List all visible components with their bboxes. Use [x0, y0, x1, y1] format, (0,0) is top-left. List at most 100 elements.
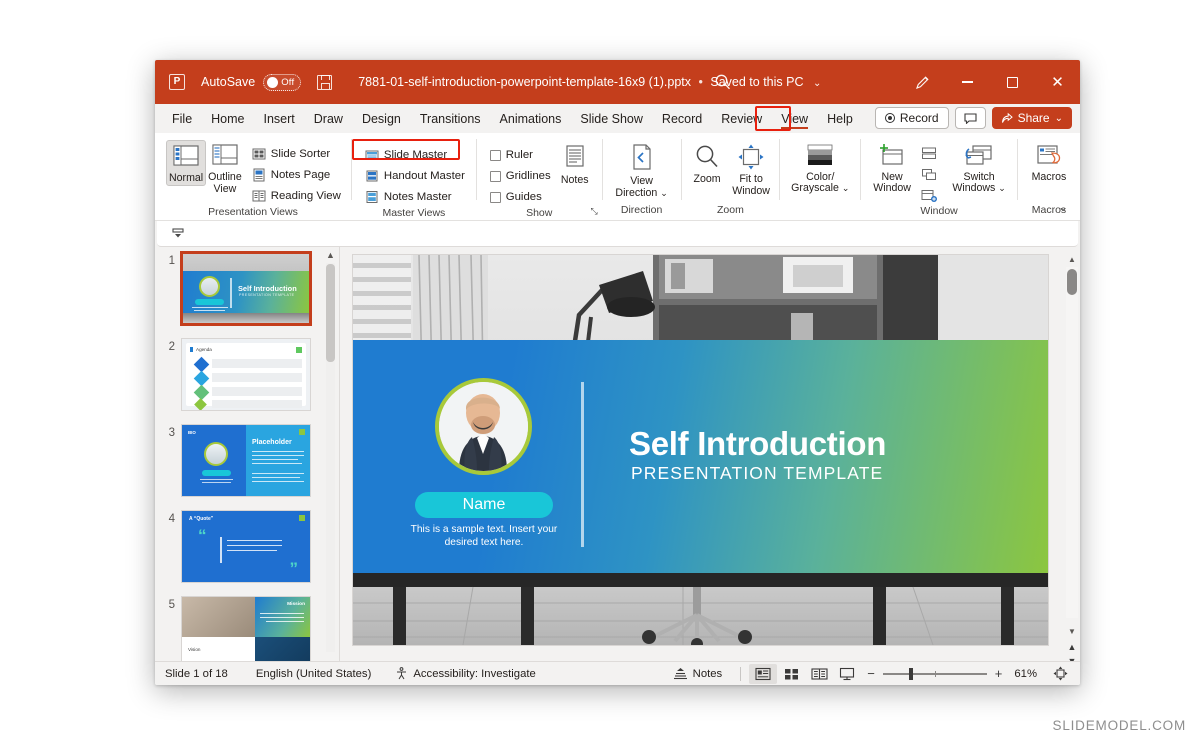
notes-button[interactable]: Notes: [555, 141, 595, 187]
comments-button[interactable]: [954, 107, 986, 129]
macros-button[interactable]: Macros: [1025, 140, 1073, 184]
zoom-track[interactable]: [882, 667, 987, 680]
avatar[interactable]: [435, 378, 532, 475]
list-item[interactable]: 2 Agenda: [155, 325, 325, 411]
share-button[interactable]: Share ⌄: [991, 107, 1072, 129]
slide-show-status-button[interactable]: [833, 664, 861, 684]
slide-sorter-button[interactable]: Slide Sorter: [248, 144, 345, 164]
thumbnail-slide-5[interactable]: Mission Vision: [181, 596, 311, 669]
close-button[interactable]: ✕: [1035, 60, 1080, 104]
tab-review[interactable]: Review: [712, 108, 771, 130]
language-indicator[interactable]: English (United States): [238, 668, 382, 680]
name-pill[interactable]: Name: [415, 492, 553, 518]
save-icon[interactable]: [317, 74, 333, 90]
slide-subtitle[interactable]: PRESENTATION TEMPLATE: [631, 463, 883, 484]
slide-editing-pane[interactable]: Name This is a sample text. Insert your …: [340, 247, 1080, 678]
view-direction-button[interactable]: View Direction ⌄: [610, 140, 674, 199]
tab-animations[interactable]: Animations: [491, 108, 571, 130]
fit-to-window-button[interactable]: Fit to Window: [730, 140, 773, 197]
search-icon[interactable]: [713, 72, 733, 92]
slide-counter[interactable]: Slide 1 of 18: [155, 668, 238, 680]
ribbon-group-zoom: Zoom Fit to Window Zoom: [681, 133, 779, 220]
ribbon-display-options-icon[interactable]: [171, 227, 185, 240]
view-direction-label: View Direction ⌄: [612, 175, 672, 199]
scrollbar-track[interactable]: [1066, 267, 1078, 618]
scrollbar-thumb[interactable]: [1067, 269, 1077, 295]
chevron-down-icon[interactable]: ⌄: [660, 188, 668, 198]
tab-transitions[interactable]: Transitions: [411, 108, 490, 130]
guides-checkbox-row[interactable]: Guides: [486, 187, 555, 207]
move-split-button[interactable]: [918, 185, 940, 205]
autosave-toggle[interactable]: Off: [263, 73, 302, 91]
zoom-out-button[interactable]: −: [867, 666, 875, 681]
chevron-down-icon[interactable]: ⌄: [1055, 113, 1063, 124]
chevron-down-icon[interactable]: ⌄: [813, 78, 821, 89]
scroll-up-arrow[interactable]: ▲: [325, 250, 336, 260]
current-slide[interactable]: Name This is a sample text. Insert your …: [353, 255, 1048, 645]
slide-thumbnail-pane[interactable]: 1 Self Introduction PRESENTATION TEMPLAT…: [155, 247, 340, 678]
arrange-all-button[interactable]: [918, 143, 940, 163]
slide-title[interactable]: Self Introduction: [629, 425, 886, 463]
list-item[interactable]: 3 BIO Placeholder: [155, 411, 325, 497]
scroll-down-arrow[interactable]: ▼: [1066, 627, 1078, 636]
chevron-down-icon[interactable]: ⌄: [998, 183, 1006, 193]
minimize-button[interactable]: [945, 60, 990, 104]
zoom-handle[interactable]: [908, 667, 913, 680]
slide-sorter-status-button[interactable]: [777, 664, 805, 684]
notes-master-button[interactable]: Notes Master: [361, 187, 469, 207]
list-item[interactable]: 5 Mission Vision: [155, 583, 325, 669]
thumbnail-slide-1[interactable]: Self Introduction PRESENTATION TEMPLATE: [181, 252, 311, 325]
normal-view-status-button[interactable]: [749, 663, 778, 684]
record-button[interactable]: Record: [874, 107, 949, 129]
list-item[interactable]: 4 A “Quote” “ ”: [155, 497, 325, 583]
notes-page-button[interactable]: Notes Page: [248, 165, 345, 185]
cascade-button[interactable]: [918, 164, 940, 184]
tab-draw[interactable]: Draw: [305, 108, 352, 130]
slide-master-button[interactable]: Slide Master: [361, 145, 469, 165]
tab-view[interactable]: View: [772, 108, 817, 130]
new-window-button[interactable]: New Window: [868, 140, 916, 194]
slide-pane-scrollbar[interactable]: ▲ ▼ ▲ ▼: [1066, 255, 1078, 670]
tab-home[interactable]: Home: [202, 108, 253, 130]
handout-master-button[interactable]: Handout Master: [361, 166, 469, 186]
ribbon-collapse-button[interactable]: ⌄: [1052, 198, 1074, 216]
ink-pen-icon[interactable]: [900, 60, 945, 104]
thumbnail-slide-4[interactable]: A “Quote” “ ”: [181, 510, 311, 583]
document-filename[interactable]: 7881-01-self-introduction-powerpoint-tem…: [358, 75, 821, 89]
list-item[interactable]: 1 Self Introduction PRESENTATION TEMPLAT…: [155, 247, 325, 325]
thumbnail-scrollbar[interactable]: ▲: [325, 250, 336, 652]
zoom-slider[interactable]: − +: [861, 666, 1008, 681]
guides-checkbox[interactable]: [489, 191, 501, 203]
tab-record[interactable]: Record: [653, 108, 711, 130]
show-dialog-launcher[interactable]: ⤡: [591, 206, 598, 217]
zoom-level[interactable]: 61%: [1008, 668, 1043, 680]
reading-view-button[interactable]: Reading View: [248, 186, 345, 206]
color-grayscale-button[interactable]: Color/ Grayscale ⌄: [787, 140, 853, 194]
zoom-button[interactable]: Zoom: [688, 140, 725, 186]
scroll-up-arrow[interactable]: ▲: [1066, 255, 1078, 264]
switch-windows-button[interactable]: Switch Windows ⌄: [948, 140, 1010, 194]
maximize-button[interactable]: [990, 60, 1035, 104]
notes-button[interactable]: Notes: [663, 667, 733, 680]
tab-help[interactable]: Help: [818, 108, 862, 130]
slide-body-text[interactable]: This is a sample text. Insert your desir…: [401, 523, 567, 549]
tab-insert[interactable]: Insert: [255, 108, 304, 130]
normal-view-button[interactable]: Normal: [166, 140, 207, 186]
gridlines-checkbox[interactable]: [489, 170, 501, 182]
accessibility-status[interactable]: Accessibility: Investigate: [381, 667, 545, 680]
scrollbar-thumb[interactable]: [326, 264, 335, 362]
fit-slide-to-window-button[interactable]: [1043, 666, 1080, 681]
previous-slide-button[interactable]: ▲: [1066, 642, 1078, 652]
reading-view-status-button[interactable]: [805, 664, 833, 684]
thumbnail-slide-2[interactable]: Agenda: [181, 338, 311, 411]
chevron-down-icon[interactable]: ⌄: [842, 183, 850, 193]
ruler-checkbox-row[interactable]: Ruler: [486, 145, 555, 165]
tab-file[interactable]: File: [163, 108, 201, 130]
tab-design[interactable]: Design: [353, 108, 410, 130]
outline-view-button[interactable]: Outline View: [206, 140, 244, 195]
ruler-checkbox[interactable]: [489, 149, 501, 161]
zoom-in-button[interactable]: +: [995, 666, 1003, 681]
gridlines-checkbox-row[interactable]: Gridlines: [486, 166, 555, 186]
tab-slide-show[interactable]: Slide Show: [571, 108, 652, 130]
thumbnail-slide-3[interactable]: BIO Placeholder: [181, 424, 311, 497]
